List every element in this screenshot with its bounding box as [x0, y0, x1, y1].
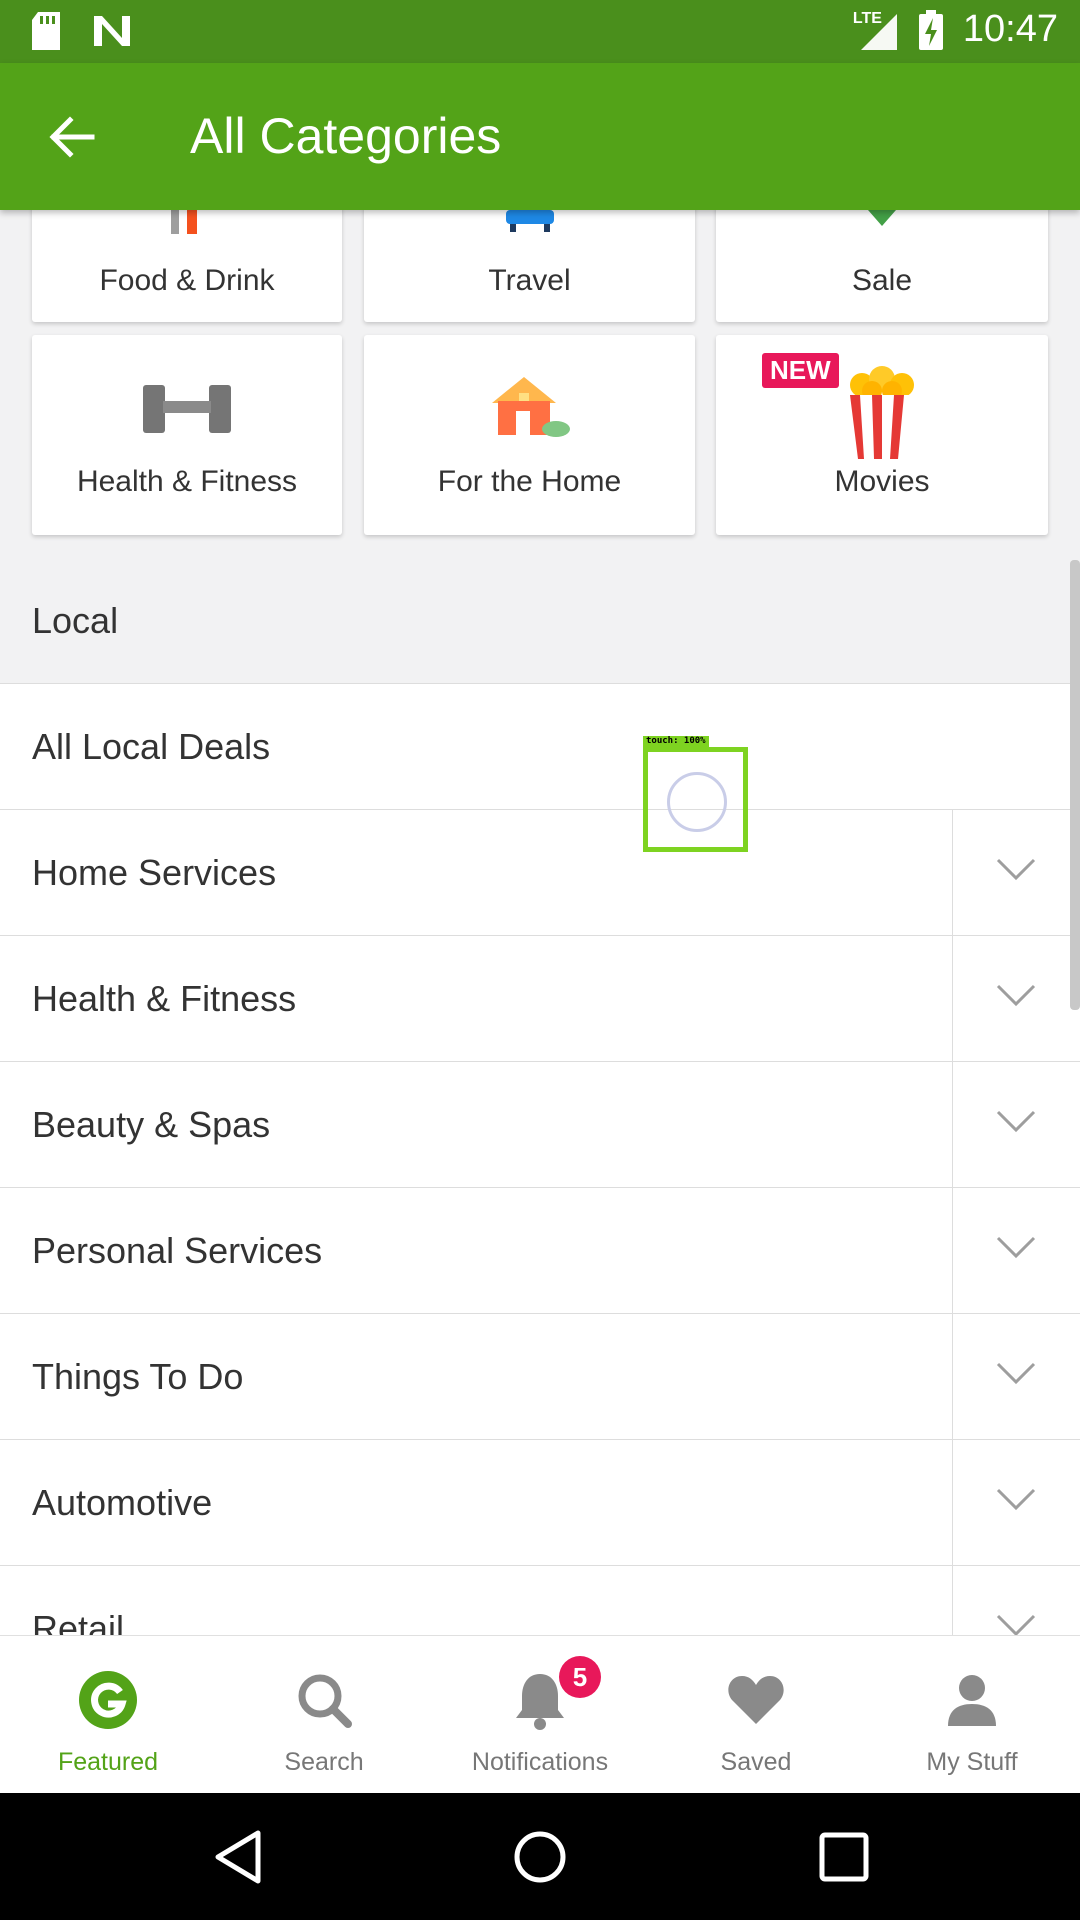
- category-label: For the Home: [437, 465, 622, 498]
- nav-featured[interactable]: Featured: [0, 1636, 216, 1794]
- chevron-down-icon[interactable]: [995, 855, 1037, 883]
- divider: [952, 1314, 953, 1439]
- house-icon: [491, 377, 570, 437]
- list-item-personal-services[interactable]: Personal Services: [0, 1188, 1080, 1314]
- travel-icon: [505, 210, 554, 232]
- category-card-for-the-home[interactable]: For the Home: [364, 335, 695, 535]
- heart-icon: [728, 1676, 784, 1724]
- chevron-down-icon[interactable]: [995, 1107, 1037, 1135]
- nav-notifications[interactable]: 5 Notifications: [432, 1636, 648, 1794]
- divider: [952, 936, 953, 1061]
- divider: [952, 1566, 953, 1635]
- list-item-label: Health & Fitness: [32, 978, 297, 1019]
- app-bar: All Categories: [0, 63, 1080, 210]
- back-triangle-icon[interactable]: [210, 1827, 266, 1887]
- list-item-label: Beauty & Spas: [32, 1104, 271, 1145]
- local-deals-list: All Local Deals Home Services Health & F…: [0, 683, 1080, 1635]
- list-item-label: Things To Do: [32, 1356, 244, 1397]
- chevron-down-icon[interactable]: [995, 1485, 1037, 1513]
- dumbbell-icon: [143, 385, 231, 433]
- categories-content[interactable]: Food & Drink Travel Sale Health & Fitnes…: [0, 210, 1080, 1635]
- notification-badge: 5: [559, 1656, 601, 1698]
- list-item-label: All Local Deals: [32, 726, 271, 767]
- list-item-home-services[interactable]: Home Services: [0, 810, 1080, 936]
- chevron-down-icon[interactable]: [995, 981, 1037, 1009]
- popcorn-icon: [850, 366, 914, 459]
- list-item-health-fitness[interactable]: Health & Fitness: [0, 936, 1080, 1062]
- nav-label: Saved: [720, 1748, 792, 1776]
- recents-square-icon[interactable]: [814, 1827, 874, 1887]
- back-arrow-icon[interactable]: [42, 107, 102, 167]
- category-label: Movies: [834, 465, 930, 498]
- nav-label: Notifications: [471, 1748, 609, 1776]
- home-circle-icon[interactable]: [508, 1827, 572, 1887]
- nav-label: Search: [284, 1748, 364, 1776]
- search-icon: [298, 1674, 352, 1728]
- section-title-local: Local: [32, 600, 119, 641]
- touch-indicator-circle: [667, 772, 727, 832]
- chevron-down-icon[interactable]: [995, 1359, 1037, 1387]
- page-title: All Categories: [190, 108, 502, 164]
- nav-saved[interactable]: Saved: [648, 1636, 864, 1794]
- divider: [952, 810, 953, 935]
- food-icon: [171, 210, 197, 234]
- sale-icon: [868, 210, 896, 226]
- category-card-health-fitness[interactable]: Health & Fitness: [32, 335, 342, 535]
- groupon-g-icon: [79, 1671, 137, 1729]
- category-card-travel[interactable]: Travel: [364, 210, 695, 322]
- nav-label: Featured: [57, 1748, 159, 1776]
- bottom-navigation: Featured Search 5 Notifications Saved My…: [0, 1635, 1080, 1793]
- list-item-automotive[interactable]: Automotive: [0, 1440, 1080, 1566]
- divider: [952, 1188, 953, 1313]
- status-bar: LTE 10:47: [0, 0, 1080, 63]
- nav-my-stuff[interactable]: My Stuff: [864, 1636, 1080, 1794]
- nav-label: My Stuff: [926, 1748, 1018, 1776]
- category-label: Sale: [851, 264, 913, 297]
- category-label: Travel: [488, 264, 571, 297]
- sd-card-icon: [32, 12, 60, 50]
- chevron-down-icon[interactable]: [995, 1611, 1037, 1635]
- chevron-down-icon[interactable]: [995, 1233, 1037, 1261]
- category-label: Health & Fitness: [76, 465, 298, 498]
- list-item-label: Retail: [32, 1608, 125, 1635]
- nav-search[interactable]: Search: [216, 1636, 432, 1794]
- list-item-label: Home Services: [32, 852, 277, 893]
- category-card-sale[interactable]: Sale: [716, 210, 1048, 322]
- list-item-all-local-deals[interactable]: All Local Deals: [0, 684, 1080, 810]
- list-item-label: Personal Services: [32, 1230, 323, 1271]
- category-card-food-drink[interactable]: Food & Drink: [32, 210, 342, 322]
- new-badge: NEW: [762, 353, 839, 388]
- list-item-things-to-do[interactable]: Things To Do: [0, 1314, 1080, 1440]
- battery-charging-icon: [918, 9, 943, 50]
- n-notification-icon: [94, 16, 130, 46]
- list-item-retail[interactable]: Retail: [0, 1566, 1080, 1635]
- list-item-beauty-spas[interactable]: Beauty & Spas: [0, 1062, 1080, 1188]
- divider: [952, 1062, 953, 1187]
- category-card-movies[interactable]: NEW Movies: [716, 335, 1048, 535]
- clock: 10:47: [962, 8, 1058, 50]
- divider: [952, 1440, 953, 1565]
- system-navigation-bar: [0, 1793, 1080, 1920]
- list-item-label: Automotive: [32, 1482, 213, 1523]
- category-label: Food & Drink: [99, 264, 275, 297]
- scrollbar[interactable]: [1070, 560, 1080, 1010]
- signal-icon: LTE: [851, 10, 899, 50]
- person-icon: [948, 1675, 996, 1726]
